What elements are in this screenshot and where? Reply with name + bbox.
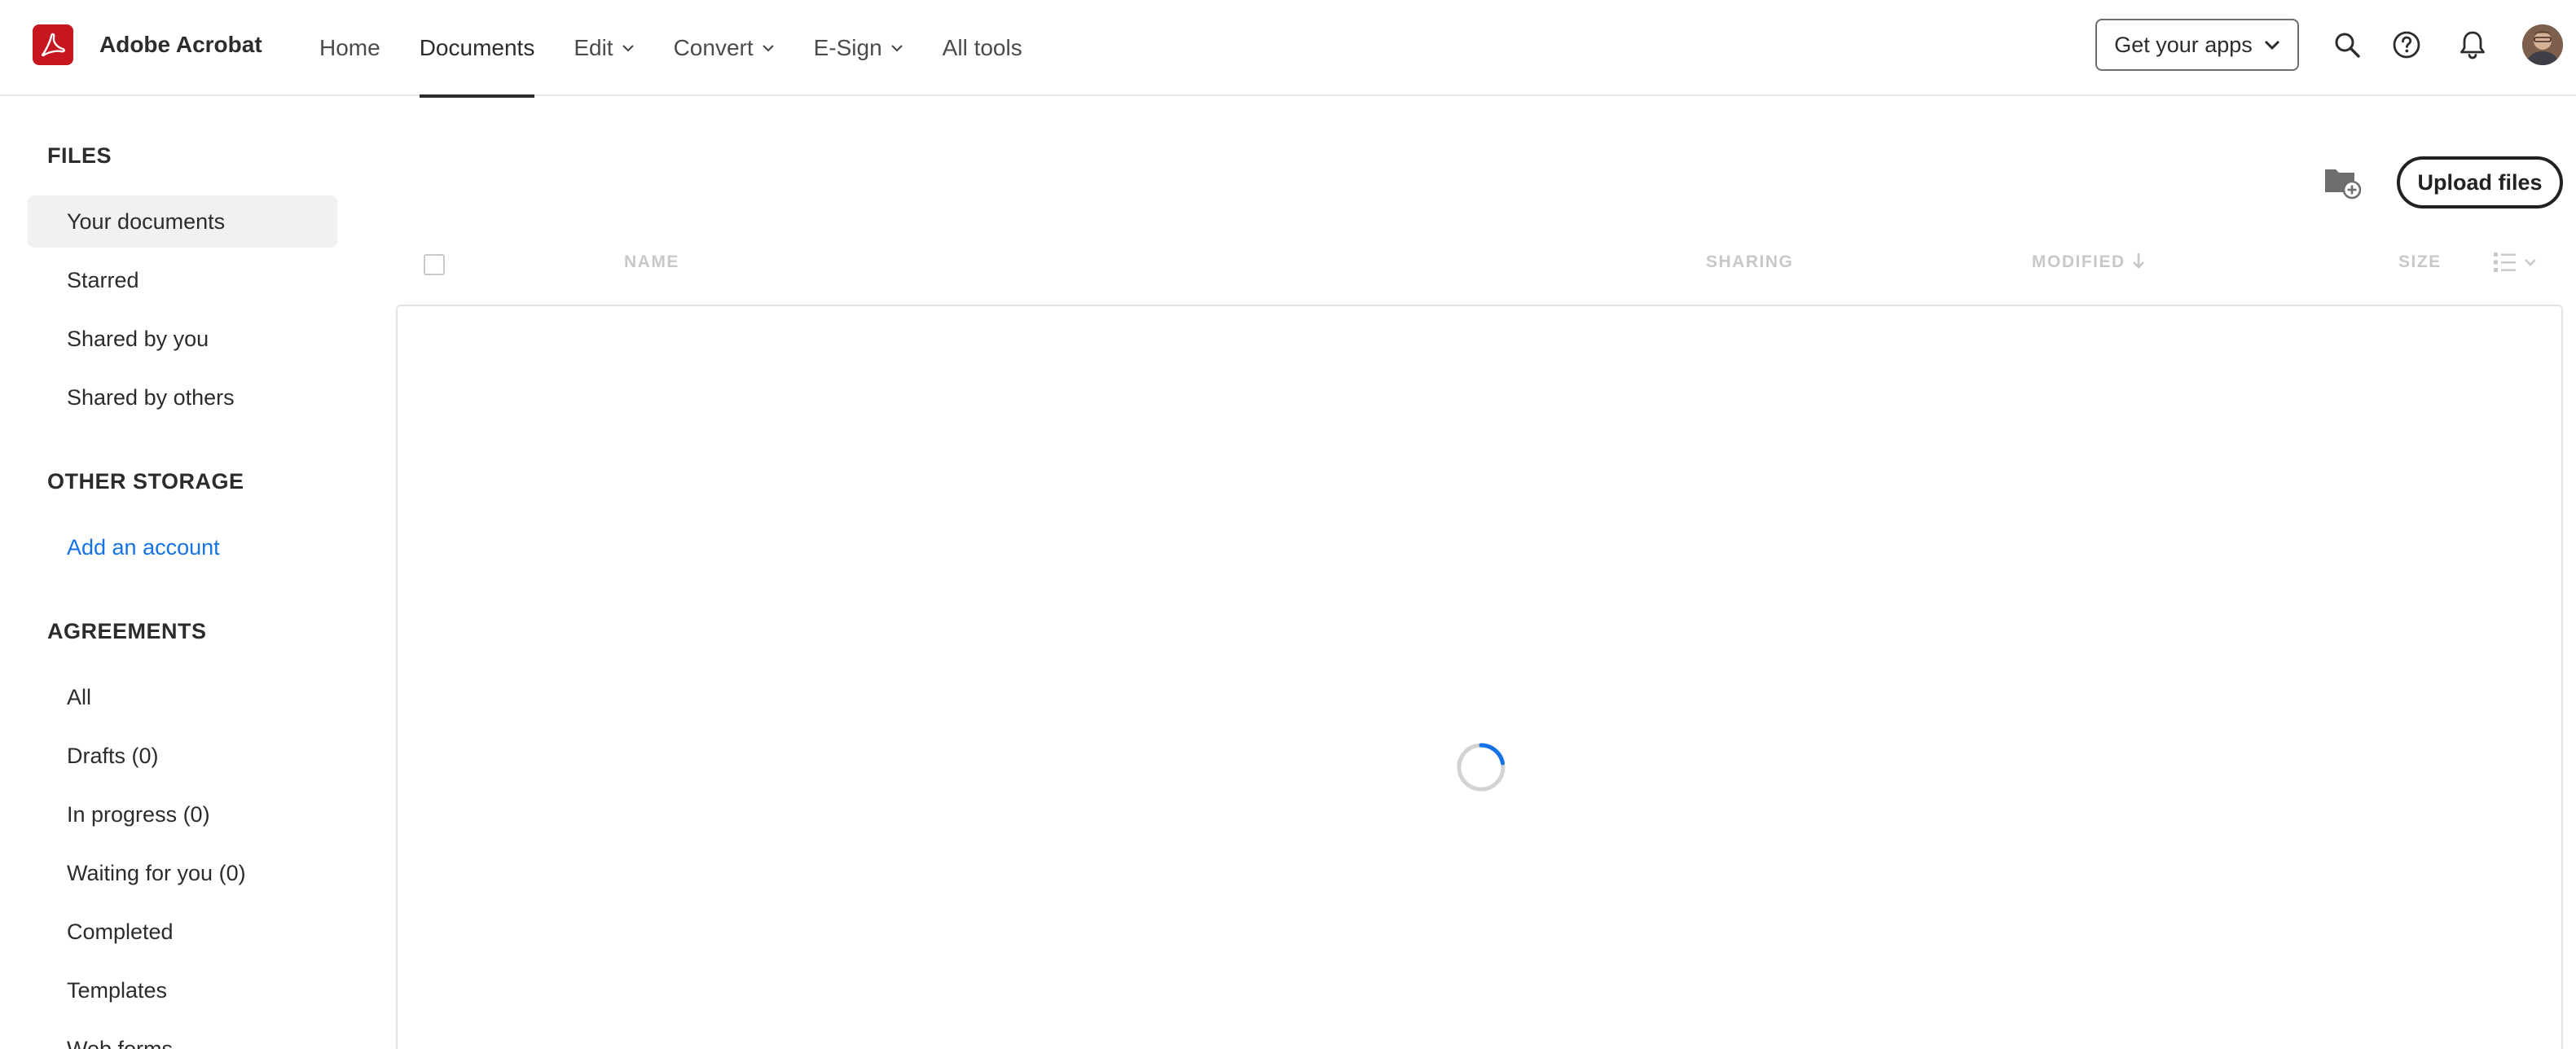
brand-name: Adobe Acrobat (99, 32, 262, 57)
get-your-apps-label: Get your apps (2114, 32, 2253, 57)
nav-all-tools-label: All tools (942, 35, 1022, 60)
main-nav: Home Documents Edit Convert E-Sign All t… (319, 0, 1062, 98)
sidebar-item-label: Web forms (67, 1036, 174, 1049)
top-bar: Adobe Acrobat Home Documents Edit Conver… (0, 0, 2576, 98)
files-section-title: FILES (47, 143, 112, 168)
brand[interactable]: Adobe Acrobat (33, 24, 262, 65)
new-folder-button[interactable] (2323, 165, 2361, 200)
sort-descending-icon[interactable] (2131, 251, 2146, 274)
user-avatar[interactable] (2522, 24, 2563, 65)
acrobat-documents-page: Adobe Acrobat Home Documents Edit Conver… (0, 0, 2576, 1049)
nav-documents[interactable]: Documents (419, 0, 535, 98)
nav-documents-label: Documents (419, 35, 535, 60)
sidebar-item-completed[interactable]: Completed (28, 906, 337, 958)
nav-esign-label: E-Sign (813, 35, 882, 60)
sidebar-item-web-forms[interactable]: Web forms (28, 1023, 337, 1049)
help-icon[interactable] (2386, 24, 2427, 65)
chevron-down-icon (2525, 259, 2536, 266)
sidebar-item-label: Drafts (0) (67, 743, 159, 768)
sidebar-item-drafts[interactable]: Drafts (0) (28, 730, 337, 782)
sidebar-item-label: Templates (67, 977, 168, 1003)
column-header-modified[interactable]: MODIFIED (2032, 252, 2125, 272)
view-options-button[interactable] (2493, 251, 2537, 274)
bell-icon[interactable] (2452, 24, 2493, 65)
list-view-icon (2494, 252, 2516, 272)
column-header-size[interactable]: SIZE (2398, 252, 2442, 272)
sidebar-item-label: All (67, 684, 92, 709)
file-list-panel (396, 305, 2563, 1049)
sidebar-item-shared-by-you[interactable]: Shared by you (28, 313, 337, 365)
acrobat-logo-icon (33, 24, 73, 65)
sidebar-item-label: Shared by others (67, 384, 235, 410)
add-account-label: Add an account (67, 534, 220, 560)
chevron-down-icon (622, 44, 635, 52)
select-all-checkbox[interactable] (424, 254, 445, 275)
sidebar-item-label: Starred (67, 267, 139, 292)
nav-convert-label: Convert (673, 35, 754, 60)
get-your-apps-button[interactable]: Get your apps (2095, 19, 2299, 71)
nav-edit[interactable]: Edit (574, 0, 634, 96)
sidebar-item-your-documents[interactable]: Your documents (28, 195, 337, 248)
nav-home-label: Home (319, 35, 380, 60)
sidebar-item-label: Waiting for you (0) (67, 860, 246, 885)
chevron-down-icon (890, 44, 903, 52)
upload-files-button[interactable]: Upload files (2397, 156, 2563, 208)
column-header-sharing[interactable]: SHARING (1706, 252, 1793, 272)
file-table-header: NAME SHARING MODIFIED SIZE (396, 241, 2563, 287)
add-account-link[interactable]: Add an account (28, 521, 337, 573)
sidebar-item-label: Your documents (67, 208, 226, 234)
agreements-section-title: AGREEMENTS (47, 619, 207, 643)
sidebar-item-label: Completed (67, 919, 174, 944)
other-storage-section-title: OTHER STORAGE (47, 469, 244, 494)
sidebar-item-label: In progress (0) (67, 801, 210, 827)
sidebar-item-in-progress[interactable]: In progress (0) (28, 788, 337, 841)
sidebar-item-shared-by-others[interactable]: Shared by others (28, 371, 337, 424)
nav-edit-label: Edit (574, 35, 613, 60)
sidebar-item-waiting-for-you[interactable]: Waiting for you (0) (28, 847, 337, 899)
sidebar-item-templates[interactable]: Templates (28, 964, 337, 1016)
chevron-down-icon (762, 44, 775, 52)
loading-spinner-icon (1457, 743, 1506, 792)
search-icon[interactable] (2327, 24, 2367, 65)
chevron-down-icon (2264, 40, 2280, 50)
upload-files-label: Upload files (2417, 169, 2543, 195)
sidebar-item-starred[interactable]: Starred (28, 254, 337, 306)
nav-convert[interactable]: Convert (674, 0, 775, 96)
column-header-name[interactable]: NAME (624, 252, 679, 272)
sidebar: FILES Your documents Starred Shared by y… (0, 98, 358, 1049)
nav-home[interactable]: Home (319, 0, 380, 96)
nav-esign[interactable]: E-Sign (814, 0, 903, 96)
sidebar-item-label: Shared by you (67, 326, 209, 351)
folder-add-icon (2325, 169, 2361, 200)
nav-all-tools[interactable]: All tools (943, 0, 1022, 96)
sidebar-item-all[interactable]: All (28, 671, 337, 723)
